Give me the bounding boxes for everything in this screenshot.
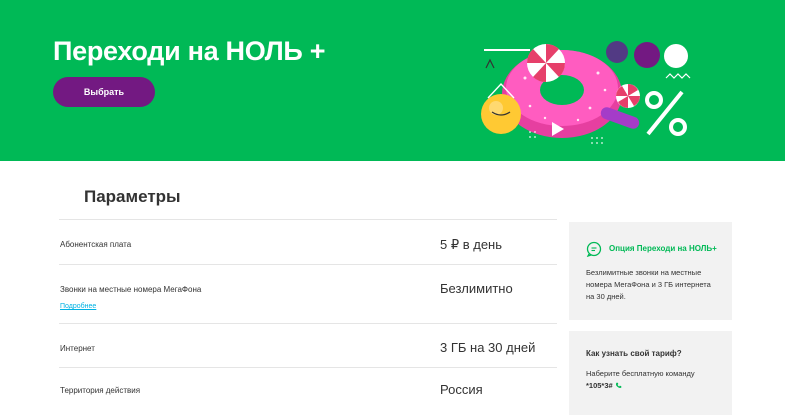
white-circle-icon [664, 44, 688, 68]
option-description: Безлимитные звонки на местные номера Мег… [586, 268, 711, 301]
row-value: 5 ₽ в день [440, 237, 503, 252]
chat-bubble-icon [586, 241, 602, 257]
percent-icon [645, 90, 687, 136]
more-link[interactable]: Подробнее [60, 303, 96, 310]
row-label: Звонки на местные номера МегаФона [60, 285, 202, 294]
tariff-question: Как узнать свой тариф? [586, 349, 682, 358]
option-link[interactable]: Опция Переходи на НОЛЬ+ [609, 244, 717, 253]
params-title: Параметры [84, 187, 181, 206]
donut-illustration [481, 41, 691, 144]
option-card: Опция Переходи на НОЛЬ+ Безлимитные звон… [569, 222, 732, 320]
table-row: Интернет 3 ГБ на 30 дней [59, 323, 557, 367]
tariff-card: Как узнать свой тариф? Наберите бесплатн… [569, 331, 732, 415]
row-label: Территория действия [60, 386, 141, 395]
row-value: 3 ГБ на 30 дней [440, 340, 536, 355]
row-value: Безлимитно [440, 281, 513, 296]
row-value: Россия [440, 382, 483, 397]
tariff-code[interactable]: *105*3# [586, 381, 613, 390]
purple-circle-icon [634, 42, 660, 68]
tariff-text: Наберите бесплатную команду [586, 369, 695, 378]
row-label: Абонентская плата [60, 240, 132, 249]
tariff-instructions: Наберите бесплатную команду *105*3# [586, 368, 721, 392]
params-table: Абонентская плата 5 ₽ в день Звонки на м… [59, 219, 557, 415]
choose-button[interactable]: Выбрать [53, 77, 155, 107]
table-row: Звонки на местные номера МегаФона Подроб… [59, 264, 557, 323]
row-label: Интернет [60, 344, 95, 353]
table-row: Абонентская плата 5 ₽ в день [59, 219, 557, 264]
hero-title: Переходи на НОЛЬ + [53, 36, 326, 66]
hero-banner: Переходи на НОЛЬ + Выбрать [0, 0, 785, 161]
table-row: Территория действия Россия [59, 367, 557, 415]
phone-icon [615, 382, 622, 388]
